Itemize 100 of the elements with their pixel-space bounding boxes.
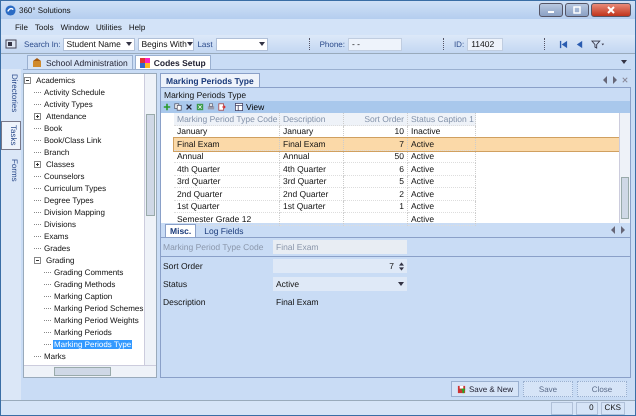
module-tab[interactable]: Codes Setup — [134, 55, 211, 69]
table-cell: Active — [408, 213, 476, 226]
detail-tab[interactable]: Misc. — [165, 224, 196, 237]
tree-item[interactable]: Marking Period Weights — [53, 316, 140, 324]
table-cell: 4th Quarter — [174, 163, 280, 176]
id-field[interactable]: 11402 — [467, 38, 504, 50]
status-dropdown[interactable]: Active — [273, 277, 407, 291]
horizontal-scrollbar[interactable] — [24, 365, 156, 377]
field-label: Sort Order — [163, 261, 204, 271]
document-tab[interactable]: Marking Periods Type — [160, 73, 260, 87]
table-cell: 3rd Quarter — [174, 176, 280, 188]
tree-item[interactable]: Activity Schedule — [43, 88, 106, 96]
menu-item[interactable]: Help — [128, 22, 146, 32]
scroll-left-icon[interactable] — [602, 76, 608, 84]
side-tab[interactable]: Forms — [1, 156, 21, 184]
tree-item[interactable]: Marks — [43, 352, 67, 360]
caret-icon[interactable] — [621, 60, 627, 64]
table-row[interactable]: 3rd Quarter 3rd Quarter 5 Active — [174, 176, 619, 188]
menu-item[interactable]: Utilities — [96, 22, 122, 32]
table-row[interactable]: Annual Annual 50 Active — [174, 150, 619, 163]
export-icon[interactable] — [218, 103, 226, 111]
expand-icon[interactable] — [34, 160, 41, 168]
close-button[interactable] — [591, 3, 631, 17]
tree-item[interactable]: Grading Methods — [53, 280, 116, 288]
table-row[interactable]: 2nd Quarter 2nd Quarter 2 Active — [174, 188, 619, 200]
match-dropdown[interactable]: Begins With — [138, 38, 194, 50]
last-label: Last — [197, 40, 213, 48]
table-row[interactable]: Final Exam Final Exam 7 Active — [174, 138, 619, 150]
expand-icon[interactable] — [34, 112, 41, 120]
app-logo-icon — [5, 4, 16, 16]
side-tab[interactable]: Directories — [1, 71, 21, 116]
table-cell: 4th Quarter — [280, 163, 344, 176]
field-label: Description — [163, 297, 207, 307]
tree-item[interactable]: Grading — [45, 256, 76, 264]
table-row[interactable]: 1st Quarter 1st Quarter 1 Active — [174, 200, 619, 213]
tree-item[interactable]: Degree Types — [43, 196, 95, 204]
view-button[interactable]: View — [233, 102, 266, 112]
action-button[interactable]: Save & New — [450, 381, 519, 397]
tree-item[interactable]: Marking Caption — [53, 292, 114, 300]
vertical-scrollbar[interactable] — [619, 113, 630, 223]
scroll-left-icon[interactable] — [610, 226, 616, 234]
spin-arrows-icon[interactable] — [399, 262, 404, 270]
tree-item[interactable]: Counselors — [43, 172, 86, 180]
status-panel: CKS — [600, 402, 625, 414]
search-in-dropdown[interactable]: Student Name — [63, 38, 136, 50]
detail-tab[interactable]: Log Fields — [200, 225, 248, 237]
menu-item[interactable]: Window — [60, 22, 90, 32]
table-cell: 7 — [344, 138, 408, 150]
table-cell: Active — [408, 176, 476, 188]
description-field[interactable]: Final Exam — [273, 295, 407, 309]
tree-item[interactable]: Classes — [45, 160, 76, 168]
sort-order-field[interactable]: 7 — [273, 259, 407, 273]
maximize-icon — [572, 5, 582, 15]
id-label: ID: — [454, 40, 464, 48]
previous-record-icon[interactable] — [575, 40, 584, 48]
maximize-button[interactable] — [565, 3, 589, 17]
tree-item[interactable]: Book/Class Link — [43, 136, 102, 144]
collapse-icon[interactable] — [34, 256, 41, 264]
tree-item[interactable]: Attendance — [45, 112, 88, 120]
tree-item[interactable]: Activity Types — [43, 100, 94, 108]
tree-item[interactable]: Academics — [35, 76, 76, 84]
menu-item[interactable]: Tools — [34, 22, 54, 32]
collapse-icon[interactable] — [24, 76, 31, 84]
table-row[interactable]: 4th Quarter 4th Quarter 6 Active — [174, 163, 619, 176]
tree-item[interactable]: Book — [43, 124, 64, 132]
scroll-right-icon[interactable] — [612, 76, 618, 84]
spreadsheet-icon[interactable] — [196, 103, 204, 111]
print-icon[interactable] — [207, 103, 215, 111]
side-tab[interactable]: Tasks — [1, 121, 21, 150]
table-cell: Final Exam — [280, 138, 344, 150]
table-cell: 5 — [344, 176, 408, 188]
tree-item[interactable]: Marking Period Schemes — [53, 304, 144, 312]
tree-item[interactable]: Marking Periods — [53, 328, 113, 336]
tree-item[interactable]: Division Mapping — [43, 208, 106, 216]
minimize-button[interactable] — [539, 3, 563, 17]
tree-item[interactable]: Grading Comments — [53, 268, 124, 276]
table-cell: 50 — [344, 150, 408, 163]
caret-icon — [126, 42, 132, 46]
delete-icon[interactable] — [185, 103, 193, 111]
menu-item[interactable]: File — [15, 22, 28, 32]
table-cell: 1 — [344, 200, 408, 213]
tree-item[interactable]: Exams — [43, 232, 70, 240]
colored-squares-icon — [140, 58, 150, 68]
tree-item[interactable]: Divisions — [43, 220, 78, 228]
tree-item[interactable]: Curriculum Types — [43, 184, 108, 192]
toolbar-icon[interactable] — [5, 39, 17, 49]
table-cell: 6 — [344, 163, 408, 176]
phone-field[interactable]: - - — [348, 38, 402, 50]
table-cell: Annual — [174, 150, 280, 163]
copy-icon[interactable] — [174, 103, 182, 111]
module-tab[interactable]: School Administration — [27, 55, 133, 69]
filter-icon[interactable] — [591, 40, 606, 48]
tree-item[interactable]: Branch — [43, 148, 70, 156]
table-cell: 2nd Quarter — [174, 188, 280, 200]
vertical-scrollbar[interactable] — [144, 74, 156, 365]
scroll-right-icon[interactable] — [620, 226, 626, 234]
caret-icon — [186, 42, 193, 46]
first-record-icon[interactable] — [559, 40, 568, 48]
panel-title: Marking Periods Type — [163, 88, 248, 101]
tree-item[interactable]: Grades — [43, 244, 72, 252]
